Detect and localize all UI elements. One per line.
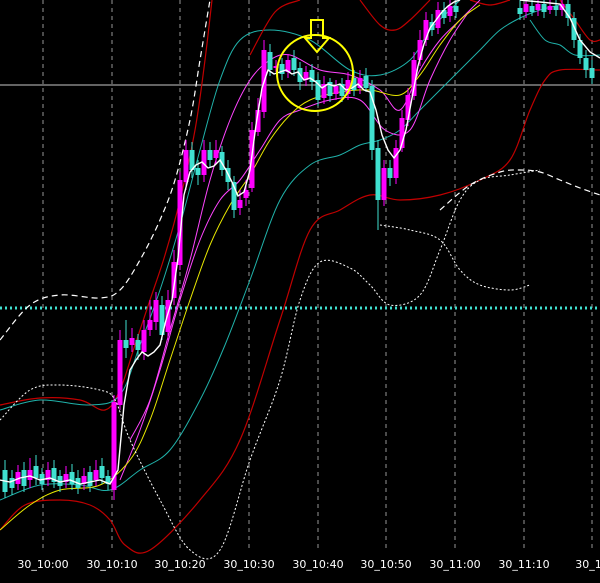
- candle-body-63: [381, 168, 387, 200]
- yellow-moving-average: [0, 4, 481, 531]
- candle-body-30: [183, 150, 189, 182]
- x-tick-label-5: 30_10:50: [360, 558, 411, 571]
- candle-body-64: [387, 168, 393, 178]
- candle-body-88: [589, 68, 595, 78]
- candle-body-25: [153, 300, 159, 322]
- x-tick-label-1: 30_10:10: [86, 558, 137, 571]
- candle-body-48: [291, 58, 297, 70]
- candle-body-78: [529, 6, 535, 12]
- upper-outer-band-3: [359, 0, 431, 31]
- x-tick-label-8: 30_11: [575, 558, 600, 571]
- candle-body-27: [165, 300, 171, 332]
- candle-body-87: [583, 58, 589, 70]
- candle-body-62: [375, 148, 381, 200]
- inner-band-lower: [119, 9, 471, 481]
- x-tick-label-3: 30_10:30: [223, 558, 274, 571]
- candle-body-61: [369, 86, 375, 150]
- upper-outer-band-2: [249, 0, 301, 56]
- lower-mid-band: [0, 4, 561, 501]
- x-tick-label-2: 30_10:20: [154, 558, 205, 571]
- horizontal-levels: [0, 84, 600, 310]
- x-tick-label-4: 30_10:40: [292, 558, 343, 571]
- white-dashed-band-lower: [439, 169, 600, 211]
- candle-body-60: [363, 76, 369, 88]
- candle-body-39: [237, 200, 243, 208]
- candle-body-82: [553, 6, 559, 10]
- candle-body-34: [207, 150, 213, 160]
- candle-body-79: [535, 4, 541, 10]
- candle-body-76: [517, 8, 523, 14]
- candle-body-35: [213, 150, 219, 158]
- candle-body-5: [33, 466, 39, 478]
- x-tick-label-6: 30_11:00: [429, 558, 480, 571]
- candle-body-21: [129, 338, 135, 345]
- candle-body-20: [123, 340, 129, 348]
- price-line: [0, 0, 461, 485]
- candle-body-81: [547, 6, 553, 10]
- white-dotted-band-lower: [0, 169, 541, 560]
- candle-body-16: [99, 466, 105, 478]
- candle-body-77: [523, 4, 529, 12]
- price-chart: 30_10:00 30_10:10 30_10:20 30_10:30 30_10:40…: [0, 0, 600, 578]
- candle-body-28: [171, 262, 177, 298]
- x-tick-label-7: 30_11:10: [498, 558, 549, 571]
- candle-body-75: [453, 6, 459, 12]
- candle-body-55: [333, 86, 339, 94]
- candle-body-44: [267, 52, 273, 70]
- candle-body-1: [9, 478, 15, 488]
- candle-body-23: [141, 330, 147, 352]
- candle-body-74: [447, 6, 453, 16]
- candlesticks: [2, 0, 595, 500]
- candle-body-15: [93, 470, 99, 480]
- white-dashed-band-upper: [0, 0, 211, 341]
- x-axis: 30_10:00 30_10:10 30_10:20 30_10:30 30_10:40…: [17, 558, 600, 571]
- candle-body-14: [87, 472, 93, 486]
- chart-canvas: 30_10:00 30_10:10 30_10:20 30_10:30 30_10:40…: [0, 0, 600, 571]
- candle-body-80: [541, 4, 547, 12]
- candle-body-24: [147, 320, 153, 330]
- candle-body-4: [27, 470, 33, 480]
- candle-body-32: [195, 168, 201, 175]
- x-tick-label-0: 30_10:00: [17, 558, 68, 571]
- candle-body-22: [135, 340, 141, 350]
- candle-body-19: [117, 340, 123, 405]
